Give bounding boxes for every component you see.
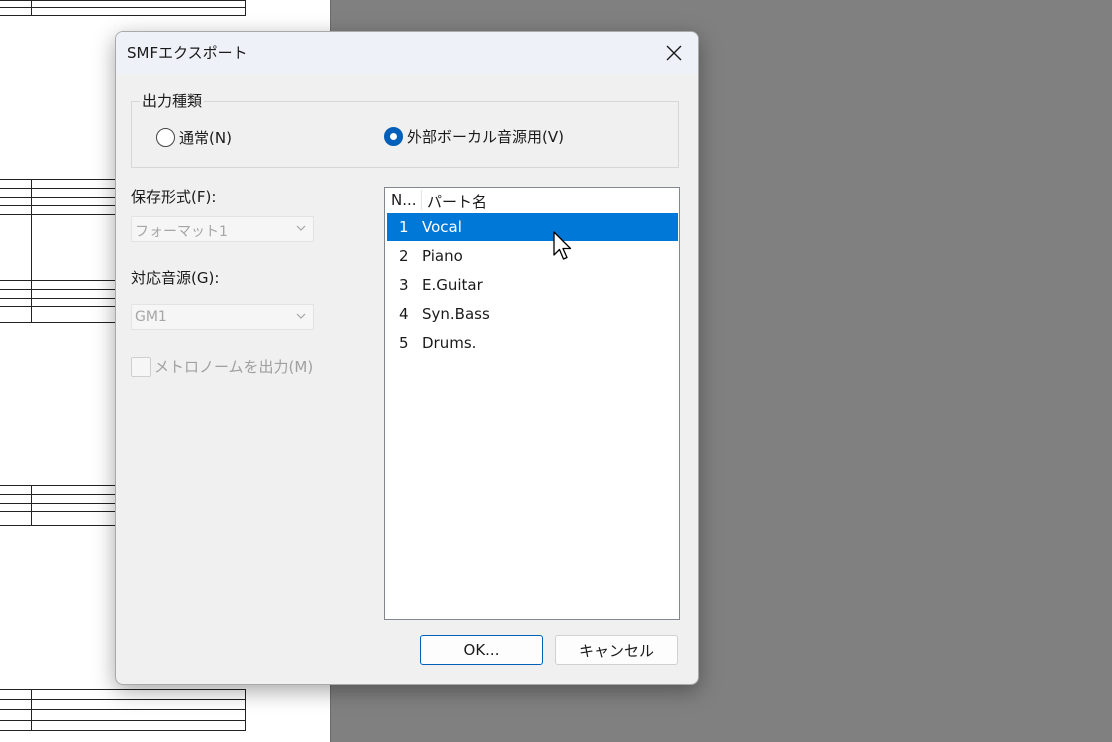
staff-lines [0, 0, 246, 16]
radio-external-vocal-label: 外部ボーカル音源用(V) [407, 128, 564, 146]
part-number: 2 [399, 247, 409, 265]
chevron-down-icon [296, 313, 306, 319]
part-number: 5 [399, 334, 409, 352]
radio-indicator [156, 128, 175, 147]
radio-normal-label: 通常(N) [179, 129, 232, 147]
part-name: Drums. [422, 334, 477, 352]
cancel-button[interactable]: キャンセル [555, 635, 678, 665]
radio-normal[interactable]: 通常(N) [156, 127, 232, 148]
list-header: N... パート名 [385, 188, 679, 213]
staff-lines [0, 689, 246, 731]
metronome-checkbox[interactable]: メトロノームを出力(M) [131, 356, 313, 377]
part-name: Vocal [422, 218, 462, 236]
save-format-select[interactable]: フォーマット1 [131, 216, 314, 242]
ok-button[interactable]: OK... [420, 635, 543, 665]
staff-lines [0, 485, 116, 526]
column-header-number[interactable]: N... [391, 191, 417, 209]
list-item[interactable]: 5 Drums. [387, 329, 678, 357]
dialog-title: SMFエクスポート [127, 44, 248, 62]
output-type-label: 出力種類 [140, 90, 205, 111]
list-item[interactable]: 4 Syn.Bass [387, 300, 678, 328]
smf-export-dialog: SMFエクスポート 出力種類 通常(N) 外部ボーカル音源用(V) 保存形式(F… [115, 31, 699, 685]
checkbox-box [131, 356, 151, 377]
staff-lines [0, 179, 116, 323]
close-icon [666, 45, 682, 61]
list-item[interactable]: 3 E.Guitar [387, 271, 678, 299]
sound-source-label: 対応音源(G): [131, 269, 220, 287]
metronome-label: メトロノームを出力(M) [154, 358, 314, 376]
part-name: E.Guitar [422, 276, 483, 294]
sound-source-value: GM1 [135, 309, 167, 325]
part-number: 1 [399, 218, 409, 236]
list-item[interactable]: 1 Vocal [387, 213, 678, 241]
close-button[interactable] [656, 36, 692, 70]
parts-list[interactable]: N... パート名 1 Vocal 2 Piano 3 E.Guitar 4 S… [384, 187, 680, 620]
part-number: 3 [399, 276, 409, 294]
title-bar: SMFエクスポート [116, 32, 698, 74]
part-name: Piano [422, 247, 463, 265]
part-name: Syn.Bass [422, 305, 490, 323]
radio-external-vocal[interactable]: 外部ボーカル音源用(V) [384, 126, 564, 147]
column-header-part-name[interactable]: パート名 [427, 191, 487, 212]
mouse-pointer-icon [553, 231, 572, 260]
radio-indicator-selected [384, 127, 403, 146]
part-number: 4 [399, 305, 409, 323]
column-divider[interactable] [421, 190, 422, 210]
sound-source-select[interactable]: GM1 [131, 304, 314, 330]
chevron-down-icon [296, 225, 306, 231]
save-format-value: フォーマット1 [135, 224, 228, 240]
save-format-label: 保存形式(F): [131, 188, 217, 206]
list-item[interactable]: 2 Piano [387, 242, 678, 270]
